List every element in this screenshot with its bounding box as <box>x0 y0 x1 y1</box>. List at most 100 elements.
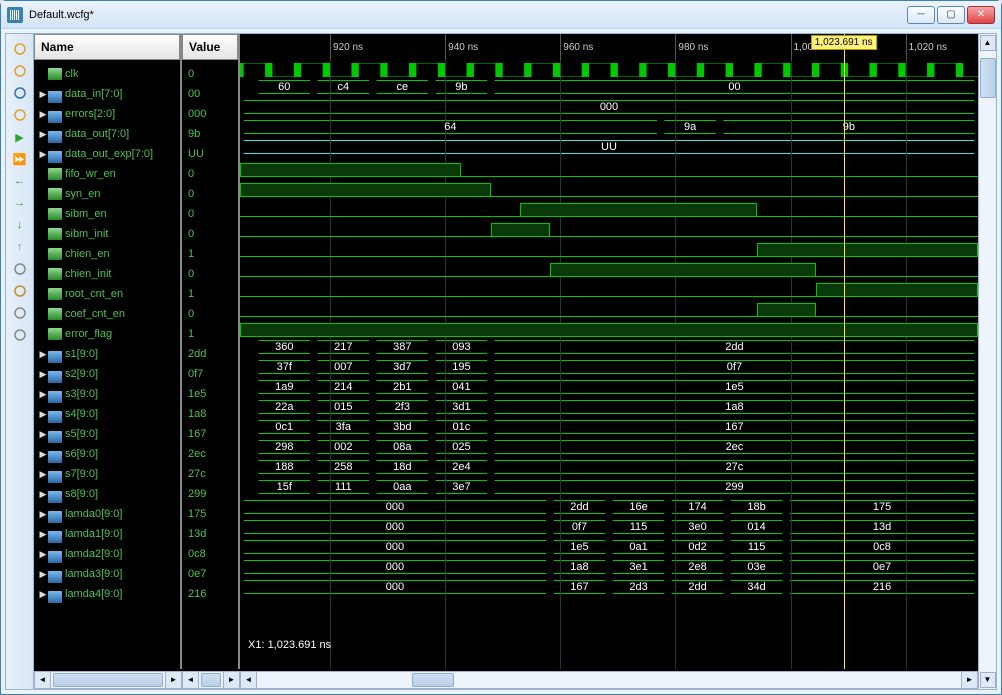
expand-toggle[interactable]: ▶ <box>38 489 48 500</box>
signal-value[interactable]: 27c <box>182 464 238 484</box>
marker-a-icon[interactable] <box>11 260 29 278</box>
signal-value[interactable]: 1a8 <box>182 404 238 424</box>
waveform-row[interactable]: 000 <box>240 100 978 120</box>
signal-row[interactable]: ▶lamda1[9:0] <box>34 524 180 544</box>
signal-row[interactable]: fifo_wr_en <box>34 164 180 184</box>
expand-toggle[interactable]: ▶ <box>38 109 48 120</box>
scroll-thumb[interactable] <box>53 673 163 687</box>
waveform-row[interactable]: UU <box>240 140 978 160</box>
value-header[interactable]: Value <box>182 34 238 60</box>
waveform-row[interactable]: 0001672d32dd34d216 <box>240 580 978 600</box>
signal-row[interactable]: ▶data_out[7:0] <box>34 124 180 144</box>
waveform-row[interactable]: 1a92142b10411e5 <box>240 380 978 400</box>
expand-toggle[interactable]: ▶ <box>38 129 48 140</box>
titlebar[interactable]: Default.wcfg* ─ ▢ ✕ <box>1 1 1001 29</box>
waveform-row[interactable] <box>240 320 978 340</box>
scroll-up-button[interactable]: ▲ <box>980 35 996 51</box>
close-button[interactable]: ✕ <box>967 6 995 24</box>
expand-toggle[interactable]: ▶ <box>38 469 48 480</box>
signal-row[interactable]: ▶s3[9:0] <box>34 384 180 404</box>
back-icon[interactable]: ← <box>11 172 29 190</box>
signal-value[interactable]: 1 <box>182 244 238 264</box>
cursor-flag[interactable]: 1,023.691 ns <box>811 35 877 50</box>
signal-row[interactable]: ▶s7[9:0] <box>34 464 180 484</box>
expand-toggle[interactable]: ▶ <box>38 389 48 400</box>
expand-toggle[interactable]: ▶ <box>38 569 48 580</box>
signal-row[interactable]: ▶lamda2[9:0] <box>34 544 180 564</box>
scroll-left-button[interactable]: ◄ <box>35 672 51 688</box>
waveform-row[interactable]: 29800208a0252ec <box>240 440 978 460</box>
waveform-row[interactable]: 22a0152f33d11a8 <box>240 400 978 420</box>
signal-row[interactable]: clk <box>34 64 180 84</box>
signal-value[interactable]: 0 <box>182 184 238 204</box>
waveform-row[interactable] <box>240 60 978 80</box>
expand-toggle[interactable]: ▶ <box>38 349 48 360</box>
waveform-row[interactable] <box>240 260 978 280</box>
vertical-scrollbar[interactable]: ▲ ▼ <box>978 34 996 689</box>
scroll-left-button[interactable]: ◄ <box>241 672 257 688</box>
signal-row[interactable]: ▶lamda0[9:0] <box>34 504 180 524</box>
waveform-row[interactable]: 0002dd16e17418b175 <box>240 500 978 520</box>
signal-value[interactable]: 299 <box>182 484 238 504</box>
signal-row[interactable]: root_cnt_en <box>34 284 180 304</box>
signal-value[interactable]: UU <box>182 144 238 164</box>
signal-value[interactable]: 0 <box>182 264 238 284</box>
waveform-row[interactable] <box>240 160 978 180</box>
signal-row[interactable]: sibm_en <box>34 204 180 224</box>
waveform-row[interactable]: 0000f71153e001413d <box>240 520 978 540</box>
signal-value[interactable]: 1e5 <box>182 384 238 404</box>
waveform-row[interactable]: 649a9b <box>240 120 978 140</box>
cursor-line[interactable] <box>844 34 845 669</box>
zoom-in-icon[interactable] <box>11 40 29 58</box>
signal-value[interactable]: 0f7 <box>182 364 238 384</box>
ruler-icon[interactable] <box>11 304 29 322</box>
signal-row[interactable]: ▶errors[2:0] <box>34 104 180 124</box>
signal-value[interactable]: 0 <box>182 304 238 324</box>
signal-row[interactable]: ▶lamda4[9:0] <box>34 584 180 604</box>
waveform-row[interactable]: 37f0073d71950f7 <box>240 360 978 380</box>
signal-value[interactable]: 9b <box>182 124 238 144</box>
signal-value[interactable]: 2ec <box>182 444 238 464</box>
signal-row[interactable]: chien_en <box>34 244 180 264</box>
expand-toggle[interactable]: ▶ <box>38 149 48 160</box>
scroll-right-button[interactable]: ► <box>961 672 977 688</box>
step-icon[interactable]: ⏩ <box>11 150 29 168</box>
signal-value[interactable]: 0 <box>182 224 238 244</box>
signal-row[interactable]: ▶s4[9:0] <box>34 404 180 424</box>
signal-row[interactable]: chien_init <box>34 264 180 284</box>
minimize-button[interactable]: ─ <box>907 6 935 24</box>
signal-value[interactable]: 0 <box>182 164 238 184</box>
signal-value[interactable]: 1 <box>182 284 238 304</box>
expand-toggle[interactable]: ▶ <box>38 409 48 420</box>
signal-value[interactable]: 0e7 <box>182 564 238 584</box>
signal-row[interactable]: sibm_init <box>34 224 180 244</box>
signal-row[interactable]: error_flag <box>34 324 180 344</box>
waveform-row[interactable] <box>240 240 978 260</box>
waveform-row[interactable]: 3602173870932dd <box>240 340 978 360</box>
waveform-row[interactable]: 0001a83e12e803e0e7 <box>240 560 978 580</box>
signal-value[interactable]: 0c8 <box>182 544 238 564</box>
waveform-row[interactable]: 60c4ce9b00 <box>240 80 978 100</box>
waveform-row[interactable]: 15f1110aa3e7299 <box>240 480 978 500</box>
signal-row[interactable]: ▶data_out_exp[7:0] <box>34 144 180 164</box>
name-scroll-track[interactable] <box>51 672 165 688</box>
signal-value[interactable]: 2dd <box>182 344 238 364</box>
expand-toggle[interactable]: ▶ <box>38 429 48 440</box>
value-scroll-track[interactable] <box>199 672 223 688</box>
vscroll-track[interactable] <box>980 52 996 671</box>
signal-value[interactable]: 167 <box>182 424 238 444</box>
signal-row[interactable]: ▶s8[9:0] <box>34 484 180 504</box>
signal-value[interactable]: 1 <box>182 324 238 344</box>
signal-value[interactable]: 175 <box>182 504 238 524</box>
signal-value[interactable]: 0 <box>182 204 238 224</box>
run-icon[interactable]: ▶ <box>11 128 29 146</box>
vscroll-thumb[interactable] <box>980 58 996 98</box>
down-icon[interactable]: ↓ <box>11 216 29 234</box>
marker-b-icon[interactable] <box>11 282 29 300</box>
signal-row[interactable]: ▶s6[9:0] <box>34 444 180 464</box>
expand-toggle[interactable]: ▶ <box>38 589 48 600</box>
signal-row[interactable]: ▶lamda3[9:0] <box>34 564 180 584</box>
signal-row[interactable]: syn_en <box>34 184 180 204</box>
scroll-left-button[interactable]: ◄ <box>183 672 199 688</box>
scroll-right-button[interactable]: ► <box>165 672 181 688</box>
